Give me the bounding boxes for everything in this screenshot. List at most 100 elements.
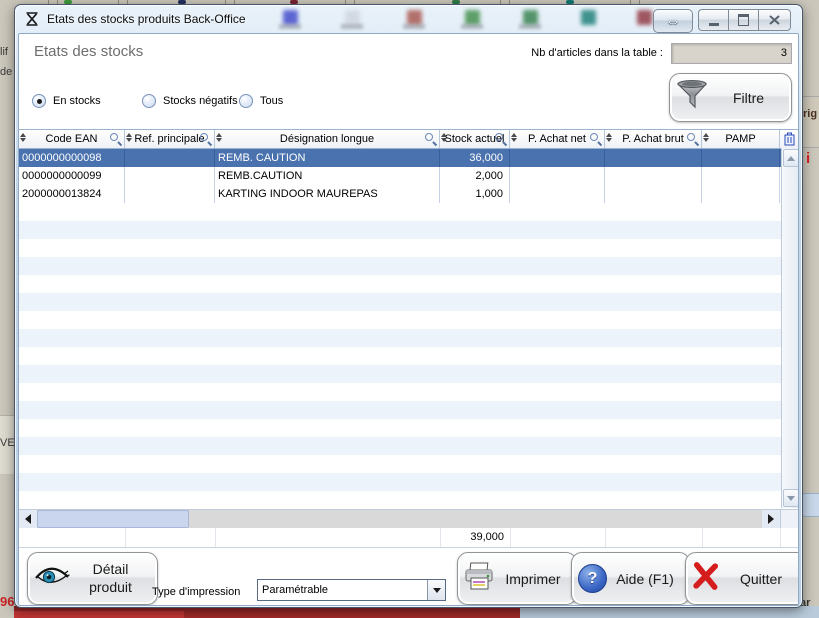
column-header-label: Désignation longue [280, 133, 374, 145]
scrollbar-corner [780, 510, 798, 528]
search-icon[interactable] [110, 133, 122, 145]
column-separator [125, 528, 126, 547]
sort-icon[interactable] [216, 133, 222, 142]
radio-tous[interactable]: Tous [239, 94, 283, 108]
sort-icon[interactable] [606, 133, 612, 142]
table-cell-stock-actuel: 1,000 [440, 185, 510, 203]
column-header-p-achat-brut[interactable]: P. Achat brut [605, 130, 702, 148]
scroll-down-button[interactable] [783, 489, 799, 507]
sort-icon[interactable] [511, 133, 517, 142]
column-header-p-achat-net[interactable]: P. Achat net [510, 130, 605, 148]
search-icon[interactable] [687, 133, 699, 145]
table-cell-stock-actuel: 36,000 [440, 149, 510, 167]
table-header-row: Code EANRef. principale Désignation longu… [19, 129, 798, 149]
table-cell-code-ean: 0000000000098 [19, 149, 125, 167]
radio-label: Stocks négatifs [163, 95, 238, 107]
search-icon[interactable] [495, 133, 507, 145]
sort-icon[interactable] [20, 133, 26, 142]
table-cell-p-achat-brut [605, 167, 702, 185]
screen: lif de VE 96 rig i ar [0, 0, 819, 618]
search-icon[interactable] [590, 133, 602, 145]
window-controls [698, 9, 791, 31]
radio-icon[interactable] [142, 94, 156, 108]
column-header-label: P. Achat net [528, 133, 586, 145]
eye-icon [34, 565, 70, 592]
print-type-select[interactable]: Paramétrable [257, 579, 446, 601]
table-row[interactable]: 2000000013824 KARTING INDOOR MAUREPAS1,00… [19, 185, 798, 203]
table-cell-p-achat-net [510, 149, 605, 167]
horizontal-scrollbar[interactable] [19, 509, 798, 528]
delete-columns-button[interactable] [780, 130, 798, 148]
radio-selected-icon[interactable] [32, 94, 46, 108]
table-cell-d-signation-longue: KARTING INDOOR MAUREPAS [215, 185, 440, 203]
column-header-ref-principale[interactable]: Ref. principale [125, 130, 215, 148]
column-header-stock-actuel[interactable]: Stock actuel [440, 130, 510, 148]
search-icon[interactable] [200, 133, 212, 145]
bg-text-fragment: 96 [0, 594, 14, 609]
column-separator [780, 528, 781, 547]
bg-blurred-label [461, 24, 483, 29]
radio-stocks-n-gatifs[interactable]: Stocks négatifs [142, 94, 238, 108]
sort-icon[interactable] [126, 133, 132, 142]
hourglass-icon [24, 11, 40, 27]
column-header-pamp[interactable]: PAMP [702, 130, 780, 148]
dialog-content: Etats des stocks Nb d'articles dans la t… [18, 33, 799, 606]
radio-label: En stocks [53, 95, 101, 107]
arrow-up-icon [787, 156, 795, 161]
print-button[interactable]: Imprimer [457, 552, 577, 605]
horizontal-scroll-track[interactable] [189, 510, 762, 528]
print-type-selected-value: Paramétrable [258, 584, 427, 596]
funnel-icon [674, 77, 710, 118]
sort-icon[interactable] [703, 133, 709, 142]
radio-en-stocks[interactable]: En stocks [32, 94, 101, 108]
table-cell-p-achat-net [510, 167, 605, 185]
scroll-right-button[interactable] [762, 510, 780, 528]
bg-blurred-icon [283, 10, 298, 25]
printer-icon [463, 561, 495, 596]
minimize-button[interactable] [698, 9, 728, 31]
combo-dropdown-button[interactable] [427, 580, 445, 600]
help-button-label: Aide (F1) [607, 571, 683, 587]
column-header-label: PAMP [725, 133, 755, 145]
column-separator [702, 528, 703, 547]
detail-product-button[interactable]: Détail produit [27, 552, 158, 605]
search-icon[interactable] [425, 133, 437, 145]
filter-button[interactable]: Filtre [669, 73, 792, 122]
dock-toggle-button[interactable]: ⇔ [653, 9, 693, 33]
table-cell-ref-principale [125, 167, 215, 185]
detail-product-button-label: Détail produit [70, 561, 151, 596]
scroll-up-button[interactable] [783, 149, 799, 167]
bg-blurred-icon [345, 10, 360, 25]
table-row[interactable]: 0000000000098REMB. CAUTION36,000 [19, 149, 798, 167]
column-separator [215, 528, 216, 547]
column-header-code-ean[interactable]: Code EAN [19, 130, 125, 148]
bg-blurred-icon [465, 10, 480, 25]
horizontal-scroll-thumb[interactable] [37, 510, 189, 528]
column-header-d-signation-longue[interactable]: Désignation longue [215, 130, 440, 148]
stock-total-value: 39,000 [440, 528, 510, 547]
maximize-button[interactable] [728, 9, 758, 31]
filter-button-label: Filtre [710, 90, 787, 106]
close-button[interactable] [758, 9, 791, 31]
radio-icon[interactable] [239, 94, 253, 108]
vertical-scrollbar[interactable] [781, 148, 798, 508]
quit-button[interactable]: Quitter [685, 552, 799, 605]
table-body[interactable]: 0000000000098REMB. CAUTION36,00000000000… [19, 149, 798, 509]
table-cell-pamp [702, 167, 780, 185]
bg-blurred-label [403, 24, 425, 29]
radio-label: Tous [260, 95, 283, 107]
minimize-icon [709, 23, 719, 26]
bg-text-fragment: de [0, 66, 12, 78]
table-cell-ref-principale [125, 185, 215, 203]
table-row[interactable]: 0000000000099REMB.CAUTION2,000 [19, 167, 798, 185]
sort-icon[interactable] [441, 133, 447, 142]
scroll-left-button[interactable] [19, 510, 37, 528]
table-cell-ref-principale [125, 149, 215, 167]
help-button[interactable]: ? Aide (F1) [571, 552, 690, 605]
table-cell-p-achat-net [510, 185, 605, 203]
article-count-field: 3 [671, 43, 792, 64]
table-cell-code-ean: 2000000013824 [19, 185, 125, 203]
table-cell-p-achat-brut [605, 185, 702, 203]
bg-text-fragment: rig [803, 108, 817, 120]
bg-blurred-icon [407, 10, 422, 25]
